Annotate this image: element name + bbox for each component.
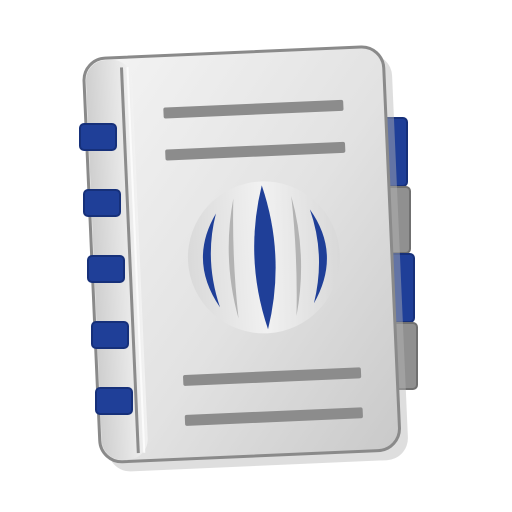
binder-ring-3 [87, 255, 125, 283]
address-book-icon [79, 45, 418, 472]
binder-ring-5 [95, 387, 133, 415]
binder-ring-4 [91, 321, 129, 349]
binder-ring-1 [79, 123, 117, 151]
binder-ring-2 [83, 189, 121, 217]
